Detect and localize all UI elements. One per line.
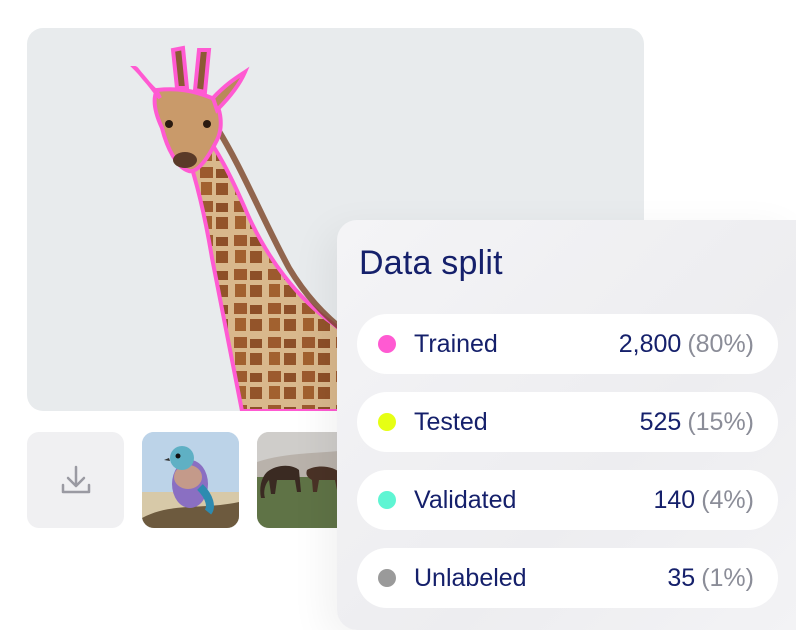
download-button[interactable] bbox=[27, 432, 124, 528]
validated-color-dot bbox=[378, 491, 396, 509]
split-count: 2,800 bbox=[618, 329, 682, 358]
data-split-panel: Data split Trained 2,800 (80%) Tested 52… bbox=[337, 220, 796, 630]
split-count: 35 bbox=[667, 563, 696, 592]
panel-title: Data split bbox=[359, 244, 503, 282]
thumbnail-horses[interactable] bbox=[257, 432, 347, 528]
trained-color-dot bbox=[378, 335, 396, 353]
horses-image bbox=[257, 432, 347, 528]
split-label: Unlabeled bbox=[414, 563, 527, 592]
split-row-unlabeled[interactable]: Unlabeled 35 (1%) bbox=[357, 548, 778, 608]
split-label: Validated bbox=[414, 485, 517, 514]
split-percent: (4%) bbox=[701, 485, 754, 514]
download-icon bbox=[61, 465, 90, 494]
unlabeled-color-dot bbox=[378, 569, 396, 587]
split-row-tested[interactable]: Tested 525 (15%) bbox=[357, 392, 778, 452]
split-count: 140 bbox=[653, 485, 696, 514]
tested-color-dot bbox=[378, 413, 396, 431]
split-row-trained[interactable]: Trained 2,800 (80%) bbox=[357, 314, 778, 374]
thumbnail-bird[interactable] bbox=[142, 432, 239, 528]
split-percent: (15%) bbox=[687, 407, 754, 436]
split-label: Tested bbox=[414, 407, 488, 436]
split-row-validated[interactable]: Validated 140 (4%) bbox=[357, 470, 778, 530]
split-percent: (1%) bbox=[701, 563, 754, 592]
split-count: 525 bbox=[639, 407, 682, 436]
split-percent: (80%) bbox=[687, 329, 754, 358]
bird-image bbox=[142, 432, 239, 528]
split-label: Trained bbox=[414, 329, 498, 358]
